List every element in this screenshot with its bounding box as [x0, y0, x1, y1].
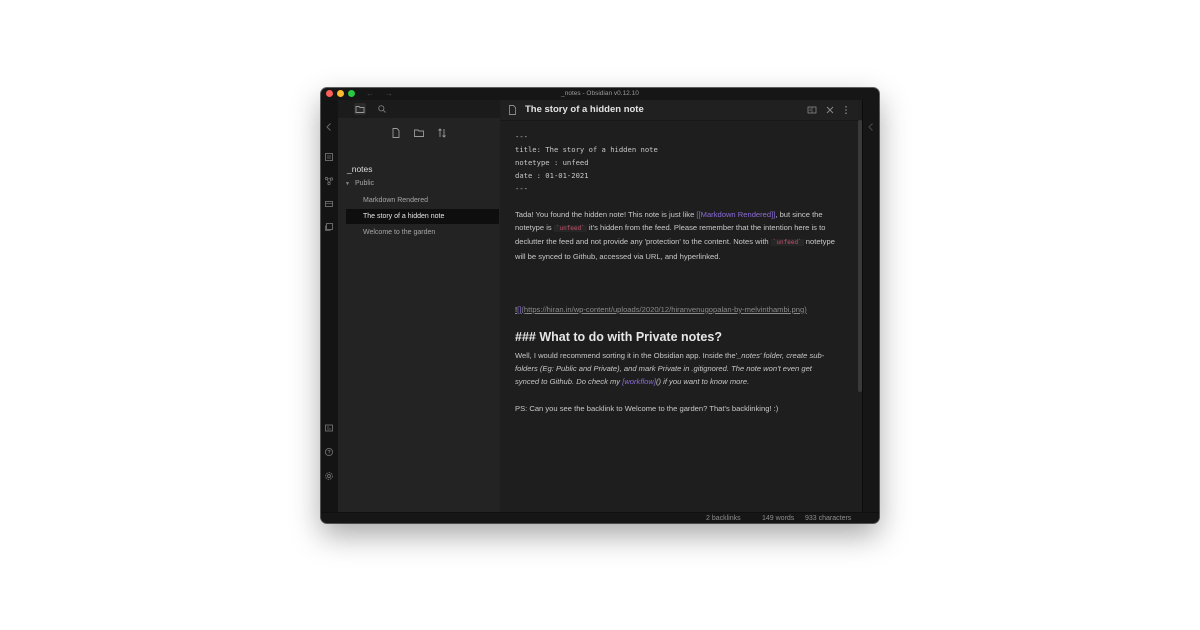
file-explorer-pane: _notes ▼ Public Markdown Rendered The sto… — [338, 100, 500, 512]
obsidian-window: ← → _notes - Obsidian v0.12.10 _notes ▼ … — [321, 88, 879, 523]
frontmatter-open: --- — [515, 132, 528, 141]
search-icon[interactable] — [376, 103, 388, 115]
right-sidebar-collapsed — [862, 100, 879, 512]
frontmatter-title: title: The story of a hidden note — [515, 145, 658, 154]
templates-icon[interactable] — [324, 222, 334, 232]
editor-header: The story of a hidden note — [501, 100, 858, 121]
left-ribbon — [321, 100, 339, 512]
expand-chevron-icon[interactable] — [866, 122, 876, 132]
paragraph-ps: PS: Can you see the backlink to Welcome … — [515, 403, 779, 413]
link-workflow[interactable]: [workflow] — [622, 377, 656, 386]
sidebar-tabs — [338, 100, 500, 118]
vault-name[interactable]: _notes — [347, 164, 373, 174]
switcher-icon[interactable] — [324, 199, 334, 209]
note-title: The story of a hidden note — [525, 104, 644, 115]
wikilink-markdown-rendered[interactable]: [[Markdown Rendered]] — [696, 210, 775, 219]
heading-private-notes: ### What to do with Private notes? — [515, 330, 722, 345]
word-count: 149 words — [762, 515, 795, 522]
file-item-welcome-garden[interactable]: Welcome to the garden — [346, 225, 499, 240]
paragraph-private-notes: Well, I would recommend sorting it in th… — [515, 349, 835, 389]
paragraph-text: Tada! You found the hidden note! This no… — [515, 210, 697, 219]
sort-order-icon[interactable] — [436, 127, 448, 139]
paragraph-intro: Tada! You found the hidden note! This no… — [515, 208, 835, 263]
close-icon[interactable] — [825, 105, 835, 115]
file-item-story-hidden-note[interactable]: The story of a hidden note — [346, 209, 499, 224]
note-content[interactable]: --- title: The story of a hidden note no… — [515, 130, 835, 415]
new-folder-icon[interactable] — [413, 127, 425, 139]
frontmatter-close: --- — [515, 184, 528, 193]
file-icon — [508, 105, 517, 115]
folder-label: Public — [354, 180, 375, 187]
file-item-markdown-rendered[interactable]: Markdown Rendered — [346, 193, 499, 208]
folder-public[interactable]: ▼ Public — [345, 180, 374, 187]
reading-mode-icon[interactable] — [807, 105, 817, 115]
editor-pane: The story of a hidden note --- title: Th… — [501, 100, 862, 512]
file-explorer-icon[interactable] — [324, 152, 334, 162]
collapse-chevron-icon[interactable] — [324, 122, 334, 132]
frontmatter-date: date : 01-01-2021 — [515, 171, 589, 180]
title-bar: ← → _notes - Obsidian v0.12.10 — [321, 88, 879, 100]
italic-text: () if you want to know more. — [655, 377, 750, 387]
inline-code-unfeed: `unfeed` — [770, 239, 804, 247]
paragraph-text: Well, I would recommend sorting it in th… — [515, 351, 738, 361]
image-embed-link[interactable]: ![](https://hiran.in/wp-content/uploads/… — [515, 303, 835, 316]
frontmatter-notetype: notetype : unfeed — [515, 158, 589, 167]
graph-view-icon[interactable] — [324, 176, 334, 186]
files-tab-folder-icon[interactable] — [354, 103, 366, 115]
inline-code-unfeed: `unfeed` — [553, 225, 587, 233]
character-count: 933 characters — [805, 515, 852, 522]
folder-caret-icon[interactable]: ▼ — [345, 181, 350, 187]
vault-switcher-icon[interactable] — [324, 423, 334, 433]
more-options-icon[interactable] — [843, 105, 849, 115]
help-icon[interactable] — [324, 447, 334, 457]
image-url[interactable]: (https://hiran.in/wp-content/uploads/202… — [521, 305, 806, 314]
backlinks-count[interactable]: 2 backlinks — [706, 513, 741, 523]
new-note-icon[interactable] — [390, 127, 402, 139]
window-title: _notes - Obsidian v0.12.10 — [561, 90, 639, 97]
settings-icon[interactable] — [324, 471, 334, 481]
status-bar: 2 backlinks 149 words 933 characters — [321, 512, 879, 523]
